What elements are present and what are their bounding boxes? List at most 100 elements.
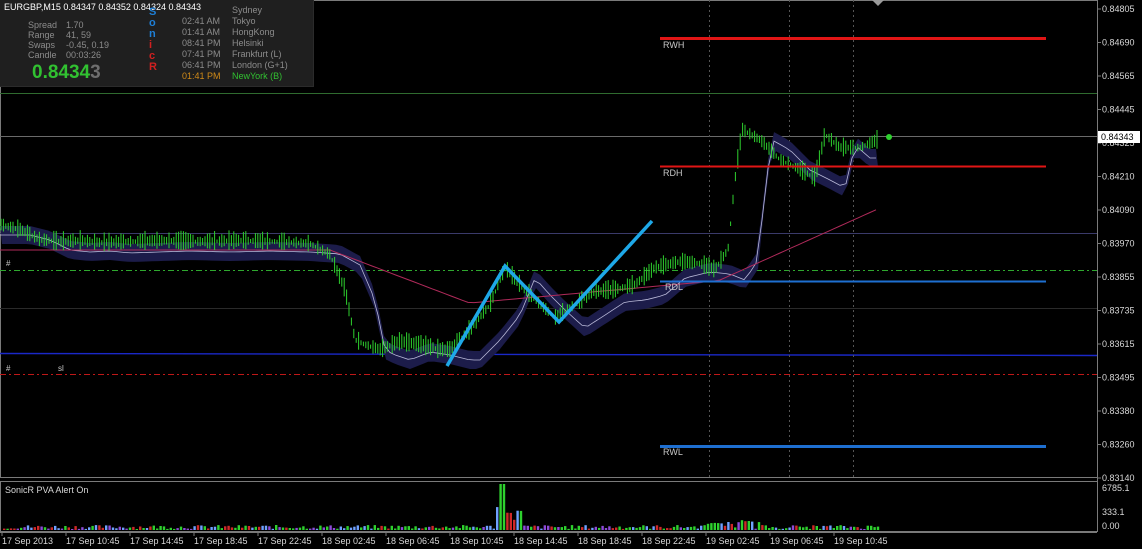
volume-bar (513, 519, 516, 530)
session-name: London (G+1) (232, 60, 288, 70)
volume-bar (47, 528, 50, 530)
volume-bar (693, 526, 696, 530)
volume-bar (166, 528, 169, 530)
volume-bar (227, 525, 230, 530)
volume-bar (37, 525, 40, 530)
volume-bar (526, 525, 529, 530)
volume-bar (305, 528, 308, 530)
price-axis-label: 0.83970 (1102, 239, 1135, 249)
volume-bar (666, 528, 669, 530)
volume-bar (40, 526, 43, 530)
volume-bar (785, 528, 788, 530)
volume-bar (200, 525, 203, 530)
volume-bar (132, 526, 135, 530)
volume-bar (108, 525, 111, 530)
session-name: Frankfurt (L) (232, 49, 282, 59)
volume-bar (805, 526, 808, 530)
volume-bar (832, 528, 835, 530)
left-tag-lower: # (6, 364, 11, 373)
left-tag-upper: # (6, 259, 11, 268)
volume-bar (292, 528, 295, 530)
volume-bar (774, 527, 778, 530)
volume-bar (829, 525, 832, 530)
volume-bar (173, 528, 176, 530)
vol-axis-top: 6785.1 (1102, 483, 1130, 493)
volume-bar (438, 528, 441, 530)
volume-bar (812, 525, 815, 530)
volume-bar (781, 528, 784, 530)
volume-bar (485, 525, 489, 530)
volume-bar (20, 527, 23, 530)
volume-bar (679, 527, 682, 530)
volume-bar (696, 528, 699, 530)
trend-line-blue (0, 352, 1098, 357)
volume-bar (689, 526, 693, 530)
volume-bar (220, 528, 223, 530)
volume-bar (254, 526, 257, 530)
time-axis-label: 17 Sep 18:45 (194, 536, 248, 546)
price-axis-label: 0.84805 (1102, 4, 1135, 14)
volume-bar (468, 527, 472, 530)
volume-bar (234, 527, 237, 530)
volume-bar (700, 525, 703, 530)
volume-bar (9, 528, 13, 530)
volume-bar (825, 526, 829, 530)
volume-bar (278, 527, 281, 530)
volume-bar (74, 526, 77, 530)
volume-bar (611, 528, 614, 530)
volume-bar (577, 525, 580, 530)
volume-bar (788, 527, 791, 530)
volume-bar (207, 528, 210, 530)
stat-value-range: 41, 59 (66, 30, 92, 40)
price-axis-label: 0.84565 (1102, 71, 1135, 81)
current-price-tag: 0.84343 (1098, 131, 1140, 143)
time-axis-label: 19 Sep 06:45 (770, 536, 824, 546)
volume-bar (84, 528, 87, 530)
volume-bar (332, 528, 336, 530)
volume-bar (747, 521, 750, 530)
volume-bar (6, 528, 9, 530)
volume-bar (43, 527, 47, 530)
volume-bar (230, 527, 234, 530)
volume-bar (489, 525, 492, 530)
volume-bar (655, 525, 659, 530)
bid-price-last-digit: 3 (90, 62, 101, 83)
volume-bar (217, 525, 220, 530)
volume-bar (659, 526, 662, 530)
chart-shift-marker[interactable] (872, 0, 884, 6)
volume-bar (60, 528, 64, 530)
volume-bar (866, 525, 869, 530)
volume-bar (462, 525, 465, 530)
volume-bar (734, 527, 737, 530)
volume-bar (339, 526, 342, 530)
time-axis-label: 18 Sep 22:45 (642, 536, 696, 546)
volume-bar (302, 526, 305, 530)
volume-bar (26, 525, 30, 530)
volume-bar (190, 528, 193, 530)
volume-bar (516, 510, 519, 530)
volume-bar (336, 528, 339, 530)
volume-bar (431, 525, 434, 530)
price-axis-label: 0.84445 (1102, 105, 1135, 115)
volume-bar (533, 525, 536, 530)
volume-bar (598, 527, 601, 530)
volume-bar (101, 527, 104, 530)
volume-bar (309, 528, 312, 530)
volume-bar (125, 528, 128, 530)
stat-label-swaps: Swaps (28, 40, 56, 50)
volume-indicator-label: SonicR PVA Alert On (5, 485, 89, 495)
svg-text:0.84343: 0.84343 (1101, 132, 1134, 142)
price-axis: 0.848050.846900.845650.844450.843250.842… (1097, 4, 1135, 483)
time-axis-label: 18 Sep 06:45 (386, 536, 440, 546)
dragon-band (0, 132, 878, 369)
volume-bar (451, 527, 455, 530)
volume-bar (523, 525, 526, 530)
vol-axis-bottom: 0.00 (1102, 521, 1120, 531)
time-axis-label: 19 Sep 02:45 (706, 536, 760, 546)
volume-bar (536, 526, 540, 530)
volume-bar (176, 528, 179, 530)
volume-bar (196, 525, 200, 530)
volume-bar (142, 528, 145, 530)
volume-bar (319, 525, 322, 530)
time-axis-label: 18 Sep 10:45 (450, 536, 504, 546)
